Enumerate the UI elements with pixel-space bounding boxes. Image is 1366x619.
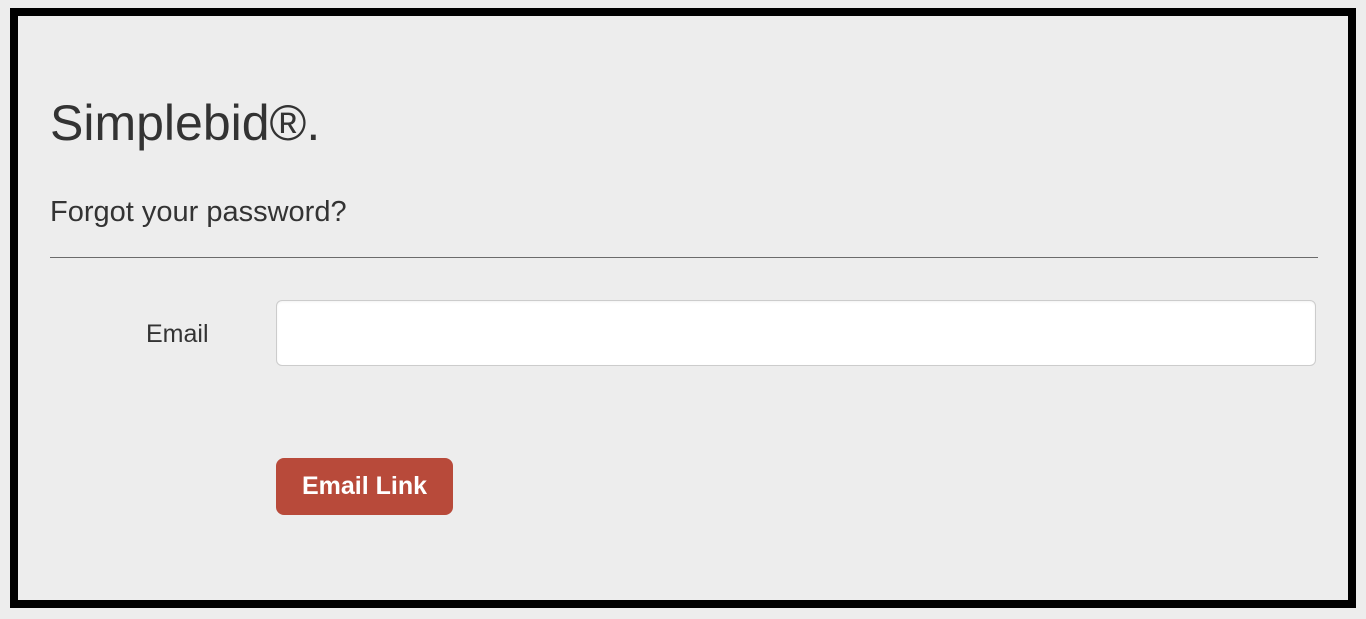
divider	[50, 257, 1318, 258]
email-label: Email	[50, 318, 276, 349]
main-frame: Simplebid®. Forgot your password? Email …	[10, 8, 1356, 608]
email-input[interactable]	[276, 300, 1316, 366]
email-row: Email	[50, 300, 1318, 366]
page-title: Simplebid®.	[50, 94, 1318, 152]
button-row: Email Link	[50, 458, 1318, 515]
email-link-button[interactable]: Email Link	[276, 458, 453, 515]
subtitle: Forgot your password?	[50, 196, 1318, 229]
